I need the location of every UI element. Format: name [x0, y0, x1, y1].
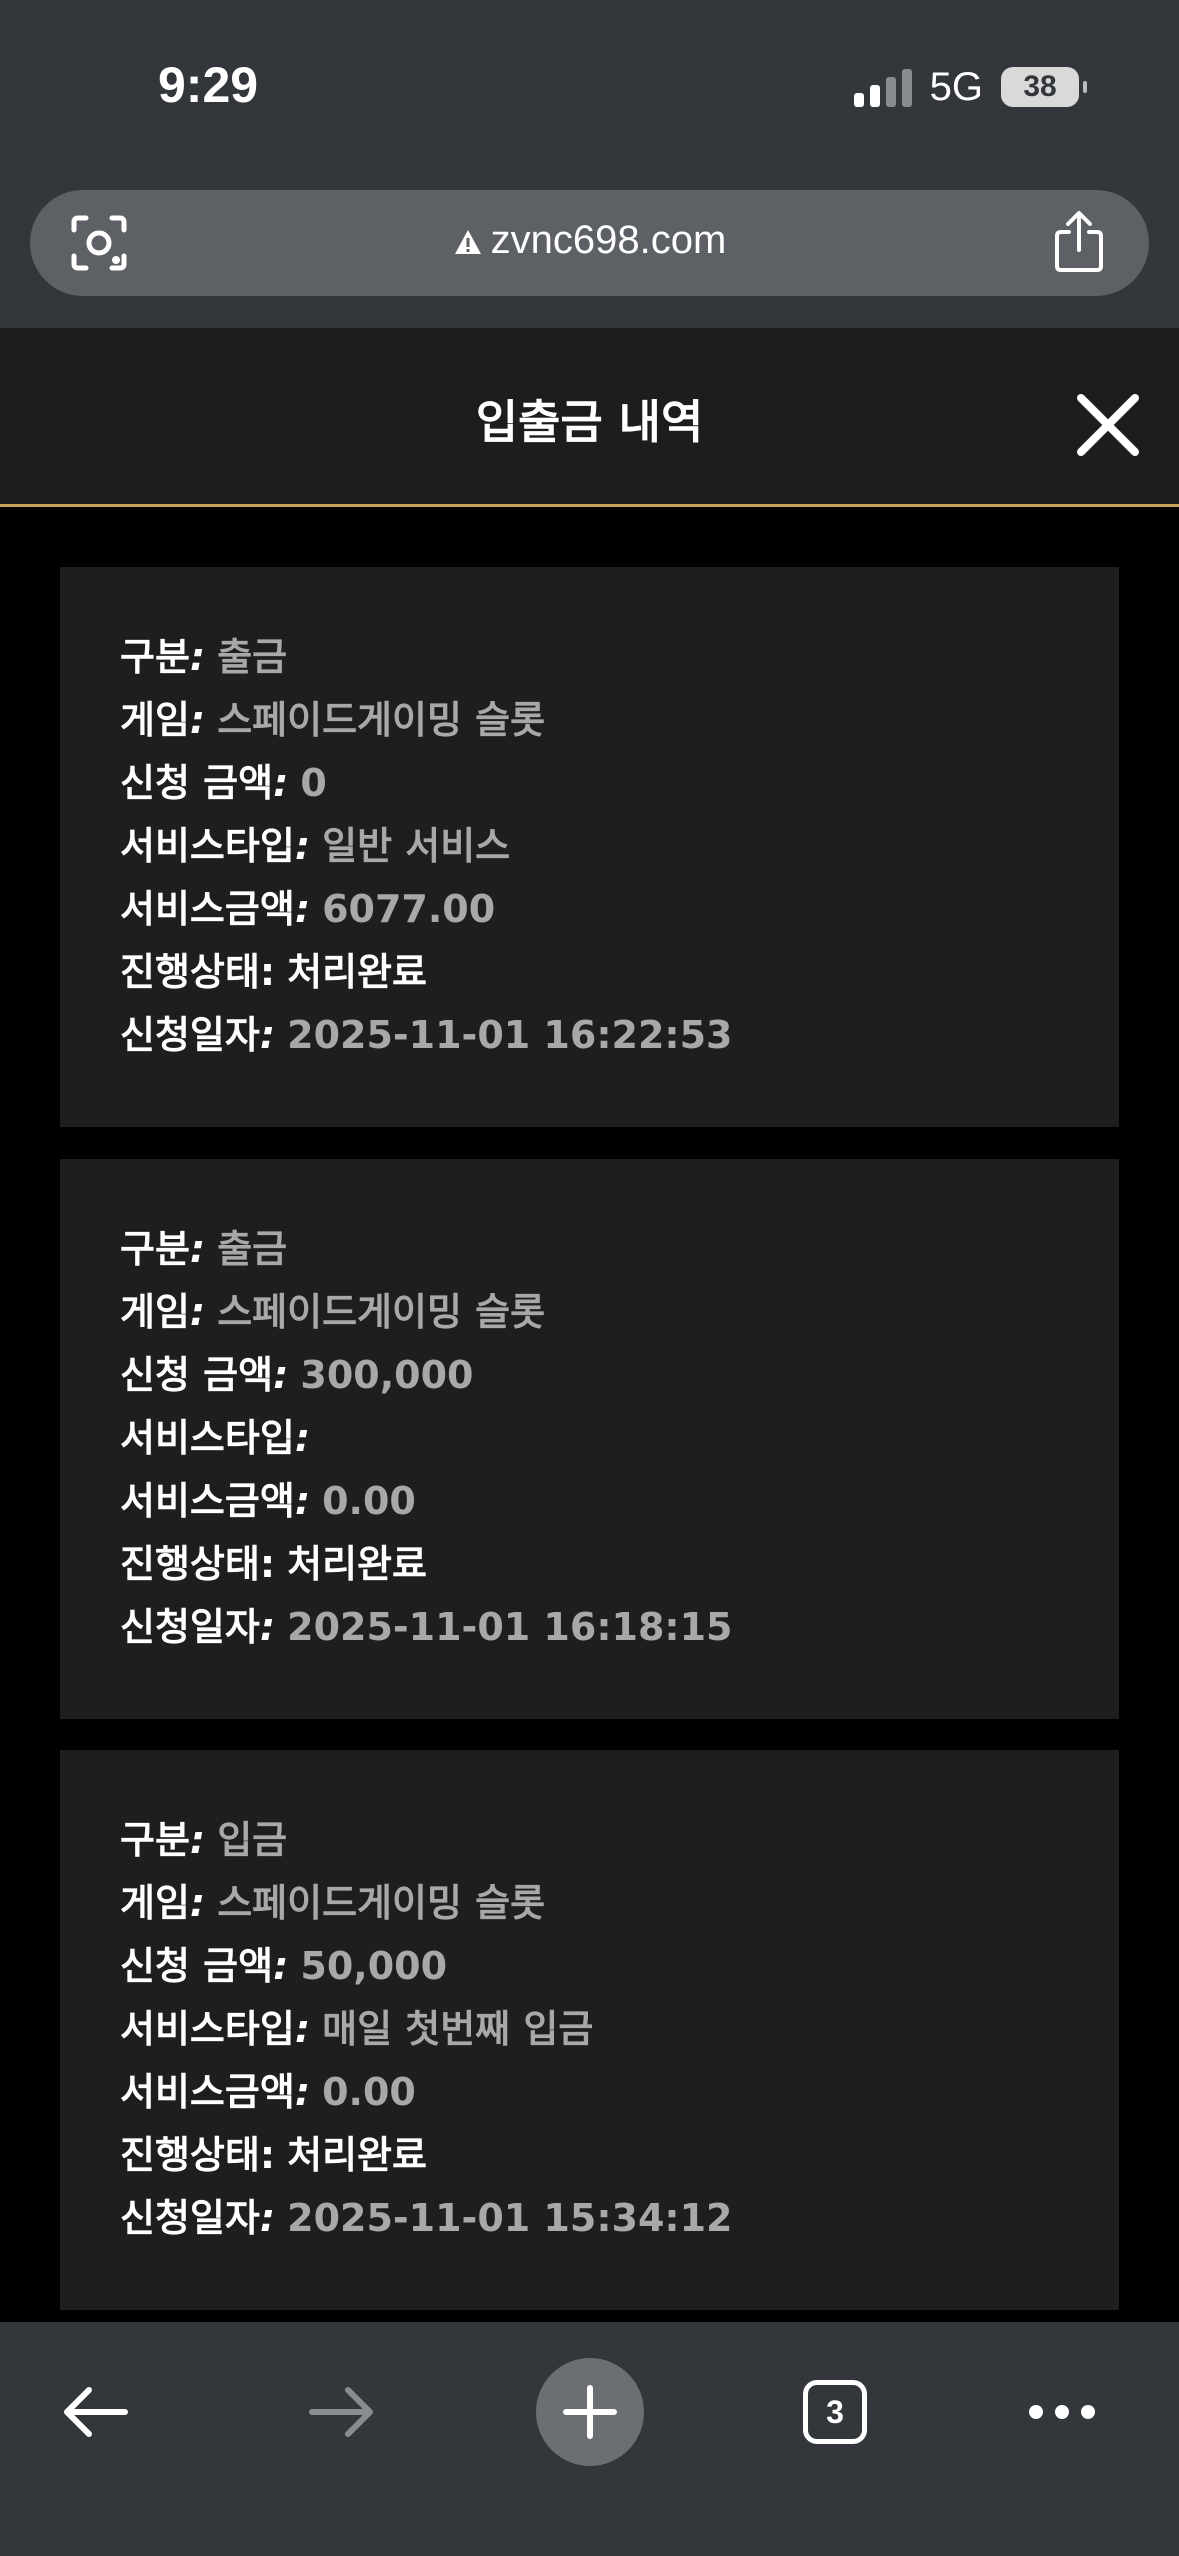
share-icon[interactable] [1049, 210, 1109, 274]
arrow-left-icon [64, 2387, 128, 2437]
warning-icon [454, 230, 481, 255]
record-amount: 신청 금액: 50,000 [120, 1944, 448, 1988]
record-type: 구분: 출금 [120, 1227, 288, 1271]
record-service-type: 서비스타입: [120, 1416, 311, 1460]
record-date: 신청일자: 2025-11-01 15:34:12 [120, 2196, 733, 2240]
status-time: 9:29 [158, 57, 259, 113]
url-display[interactable]: zvnc698.com [30, 218, 1149, 263]
record-service-amount: 서비스금액: 0.00 [120, 1479, 416, 1523]
more-icon [1029, 2405, 1095, 2419]
record-status: 진행상태: 처리완료 [120, 1542, 427, 1586]
record-game: 게임: 스페이드게이밍 슬롯 [120, 1290, 546, 1334]
record-game: 게임: 스페이드게이밍 슬롯 [120, 698, 546, 742]
forward-button[interactable] [292, 2362, 392, 2462]
browser-top-bar: 9:29 5G 38 zvnc698.com [0, 0, 1179, 328]
dialog-title: 입출금 내역 [475, 395, 704, 449]
more-button[interactable] [1012, 2362, 1112, 2462]
tabs-icon: 3 [803, 2380, 867, 2444]
record-status: 진행상태: 처리완료 [120, 950, 427, 994]
url-text: zvnc698.com [490, 218, 727, 262]
arrow-right-icon [309, 2387, 373, 2437]
dialog-header: 입출금 내역 [0, 328, 1179, 507]
network-type: 5G [929, 64, 983, 109]
transaction-card: 구분: 입금 게임: 스페이드게이밍 슬롯 신청 금액: 50,000 서비스타… [60, 1750, 1119, 2310]
battery-icon: 38 [1001, 67, 1087, 107]
page: 9:29 5G 38 zvnc698.com 입출금 내역 구분: 출금 게임:… [0, 0, 1179, 2556]
record-type: 구분: 입금 [120, 1818, 288, 1862]
record-date: 신청일자: 2025-11-01 16:22:53 [120, 1013, 733, 1057]
address-bar[interactable]: zvnc698.com [30, 190, 1149, 296]
record-amount: 신청 금액: 0 [120, 761, 327, 805]
transaction-card: 구분: 출금 게임: 스페이드게이밍 슬롯 신청 금액: 300,000 서비스… [60, 1159, 1119, 1719]
record-type: 구분: 출금 [120, 635, 288, 679]
close-icon[interactable] [1075, 392, 1141, 458]
record-service-type: 서비스타입: 매일 첫번째 입금 [120, 2007, 594, 2051]
back-button[interactable] [45, 2362, 145, 2462]
signal-icon [853, 67, 912, 107]
transaction-card: 구분: 출금 게임: 스페이드게이밍 슬롯 신청 금액: 0 서비스타입: 일반… [60, 567, 1119, 1127]
record-service-amount: 서비스금액: 6077.00 [120, 887, 496, 931]
status-indicators: 5G 38 [853, 62, 1087, 112]
record-date: 신청일자: 2025-11-01 16:18:15 [120, 1605, 733, 1649]
tabs-button[interactable]: 3 [785, 2362, 885, 2462]
record-service-type: 서비스타입: 일반 서비스 [120, 824, 511, 868]
battery-level: 38 [1023, 70, 1057, 103]
record-status: 진행상태: 처리완료 [120, 2133, 427, 2177]
new-tab-button[interactable] [536, 2358, 644, 2466]
record-service-amount: 서비스금액: 0.00 [120, 2070, 416, 2114]
record-game: 게임: 스페이드게이밍 슬롯 [120, 1881, 546, 1925]
plus-icon [563, 2385, 617, 2439]
browser-bottom-toolbar: 3 [0, 2322, 1179, 2556]
record-amount: 신청 금액: 300,000 [120, 1353, 474, 1397]
